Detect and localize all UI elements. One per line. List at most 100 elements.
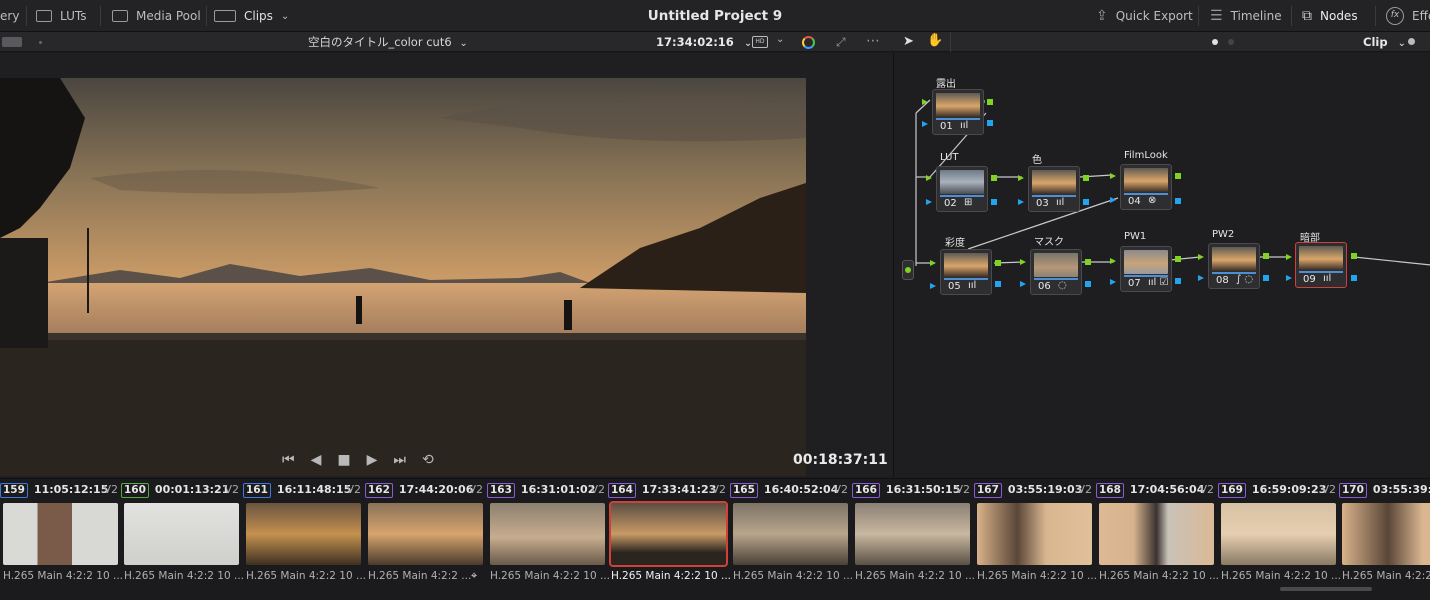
viewer-layout-icon[interactable] — [2, 37, 22, 47]
node-mode-dropdown[interactable]: Clip ⌄ — [1363, 32, 1406, 52]
node-thumbnail — [1032, 170, 1076, 194]
node-label: 露出 — [936, 79, 956, 90]
clip-thumbnail-item[interactable]: 160 00:01:13:21 V2 H.265 Main 4:2:2 10 ... — [121, 479, 244, 600]
node-05[interactable]: 05 ııl — [940, 249, 992, 295]
rgb-output-icon — [995, 260, 1001, 266]
clip-thumbnail-item[interactable]: 169 16:59:09:23 V2 H.265 Main 4:2:2 10 ... — [1218, 479, 1341, 600]
skip-to-start-icon[interactable]: ⏮ — [282, 452, 295, 468]
dot-icon[interactable] — [1408, 38, 1415, 45]
clip-thumbnail-item[interactable]: 17003:55:39:13V2 H.265 Main 4:2:2 10 ... — [1339, 479, 1430, 600]
hdr-quality-icon[interactable]: HD — [752, 36, 768, 48]
rgb-output-icon — [991, 175, 997, 181]
luts-button[interactable]: LUTs — [36, 0, 86, 32]
clip-track: V2 — [833, 483, 848, 496]
node-09-selected[interactable]: 09 ııl — [1295, 242, 1347, 288]
clip-thumbnail-item[interactable]: 162 17:44:20:06 V2 H.265 Main 4:2:2 ... ⌖ — [365, 479, 486, 600]
clips-button[interactable]: Clips ⌄ — [214, 0, 289, 32]
node-editor[interactable]: 露出 01 ııl LUT 02 ⊞ 色 03 ııl FilmLook 04 … — [893, 53, 1430, 477]
timecode-dropdown[interactable]: 17:34:02:16 ⌄ — [656, 32, 752, 52]
quick-export-button[interactable]: ⇪ Quick Export — [1096, 0, 1193, 32]
more-options-icon[interactable]: ⋯ — [866, 33, 880, 49]
rgb-output-icon — [1083, 175, 1089, 181]
chevron-down-icon: ⌄ — [459, 38, 468, 49]
node-bar — [1124, 193, 1168, 195]
skip-to-end-icon[interactable]: ⏭ — [393, 452, 406, 468]
clip-thumbnail-item[interactable]: 159 11:05:12:15 V2 H.265 Main 4:2:2 10 ... — [0, 479, 123, 600]
node-tool-icon: ııl ☑ — [1148, 277, 1169, 288]
clip-thumbnail — [977, 503, 1092, 565]
clip-codec: H.265 Main 4:2:2 10 ... — [1099, 570, 1219, 582]
node-06[interactable]: 06 ◌ — [1030, 249, 1082, 295]
clip-timecode: 16:59:09:23 — [1251, 483, 1327, 496]
video-frame[interactable] — [0, 78, 806, 476]
node-08[interactable]: 08 ∫ ◌ — [1208, 243, 1260, 289]
gallery-label: ery — [0, 9, 20, 23]
clip-thumbnail-item[interactable]: 165 16:40:52:04 V2 H.265 Main 4:2:2 10 ... — [730, 479, 853, 600]
loop-icon[interactable]: ⟲ — [422, 452, 434, 468]
node-bar — [940, 195, 984, 197]
crosshair-icon[interactable]: ⌖ — [471, 569, 477, 583]
node-04[interactable]: 04 ⊗ — [1120, 164, 1172, 210]
stop-icon[interactable]: ■ — [337, 452, 350, 468]
pointer-tool-icon[interactable]: ➤ — [903, 34, 914, 49]
node-07[interactable]: 07 ııl ☑ — [1120, 246, 1172, 292]
clip-thumbnail — [1099, 503, 1214, 565]
clip-thumbnail — [368, 503, 483, 565]
clip-track: V2 — [590, 483, 605, 496]
key-input-icon — [1018, 199, 1024, 205]
clips-label: Clips — [244, 9, 273, 23]
node-bar — [1299, 271, 1343, 273]
nodes-button[interactable]: ⧉ Nodes — [1302, 0, 1358, 32]
gallery-button[interactable]: ery — [0, 0, 19, 32]
media-pool-button[interactable]: Media Pool — [112, 0, 201, 32]
key-input-icon — [1286, 275, 1292, 281]
clip-track: V2 — [711, 483, 726, 496]
clip-thumbnail-item[interactable]: 166 16:31:50:15 V2 H.265 Main 4:2:2 10 ... — [852, 479, 975, 600]
clip-thumbnail-item[interactable]: 163 16:31:01:02 V2 H.265 Main 4:2:2 10 ... — [487, 479, 610, 600]
timeline-label: Timeline — [1230, 9, 1282, 23]
node-label: FilmLook — [1124, 150, 1168, 161]
color-wheel-icon[interactable] — [802, 36, 815, 49]
key-input-icon — [1110, 197, 1116, 203]
clip-title: 空白のタイトル_color cut6 — [308, 35, 452, 49]
clip-title-dropdown[interactable]: 空白のタイトル_color cut6 ⌄ — [308, 32, 468, 52]
clip-thumbnail-item[interactable]: 168 17:04:56:04 V2 H.265 Main 4:2:2 10 ... — [1096, 479, 1219, 600]
fullscreen-icon[interactable]: ⤢ — [836, 35, 846, 50]
strip-scrollbar[interactable] — [1280, 587, 1372, 591]
node-03[interactable]: 03 ııl — [1028, 166, 1080, 212]
clip-thumbnail — [855, 503, 970, 565]
node-thumbnail — [936, 93, 980, 117]
node-02[interactable]: 02 ⊞ — [936, 166, 988, 212]
key-output-icon — [995, 281, 1001, 287]
play-reverse-icon[interactable]: ◀ — [311, 452, 322, 468]
node-number: 05 — [948, 281, 961, 292]
chevron-down-icon[interactable]: ⌄ — [776, 34, 784, 45]
node-thumbnail — [940, 170, 984, 194]
effects-button[interactable]: fx Effe — [1386, 0, 1430, 32]
chevron-down-icon: ⌄ — [743, 38, 753, 49]
clip-codec: H.265 Main 4:2:2 ... — [368, 570, 472, 582]
clip-thumbnail-item[interactable]: 167 03:55:19:03 V2 H.265 Main 4:2:2 10 ... — [974, 479, 1097, 600]
clip-thumbnail — [246, 503, 361, 565]
timeline-button[interactable]: ☰ Timeline — [1210, 0, 1282, 32]
node-thumbnail — [944, 253, 988, 277]
key-output-icon — [1351, 275, 1357, 281]
node-bar — [1032, 195, 1076, 197]
play-icon[interactable]: ▶ — [367, 452, 378, 468]
toolbar-divider — [1198, 6, 1199, 26]
node-bar — [1034, 278, 1078, 280]
node-number: 04 — [1128, 196, 1141, 207]
node-tool-icon: ∫ ◌ — [1236, 274, 1254, 285]
node-bar — [944, 278, 988, 280]
clip-thumbnail-item-selected[interactable]: 164 17:33:41:23 V2 H.265 Main 4:2:2 10 ... — [608, 479, 731, 600]
page-dot-icon[interactable] — [1228, 39, 1234, 45]
page-dot-active-icon[interactable] — [1212, 39, 1218, 45]
clip-thumbnail — [609, 501, 728, 567]
hand-tool-icon[interactable]: ✋ — [927, 33, 943, 48]
node-01[interactable]: 01 ııl — [932, 89, 984, 135]
clip-thumbnail-item[interactable]: 161 16:11:48:15 V2 H.265 Main 4:2:2 10 ... — [243, 479, 366, 600]
node-thumbnail — [1299, 246, 1343, 270]
node-number: 09 — [1303, 274, 1316, 285]
clip-thumbnail — [1221, 503, 1336, 565]
source-input-icon[interactable] — [902, 260, 914, 280]
